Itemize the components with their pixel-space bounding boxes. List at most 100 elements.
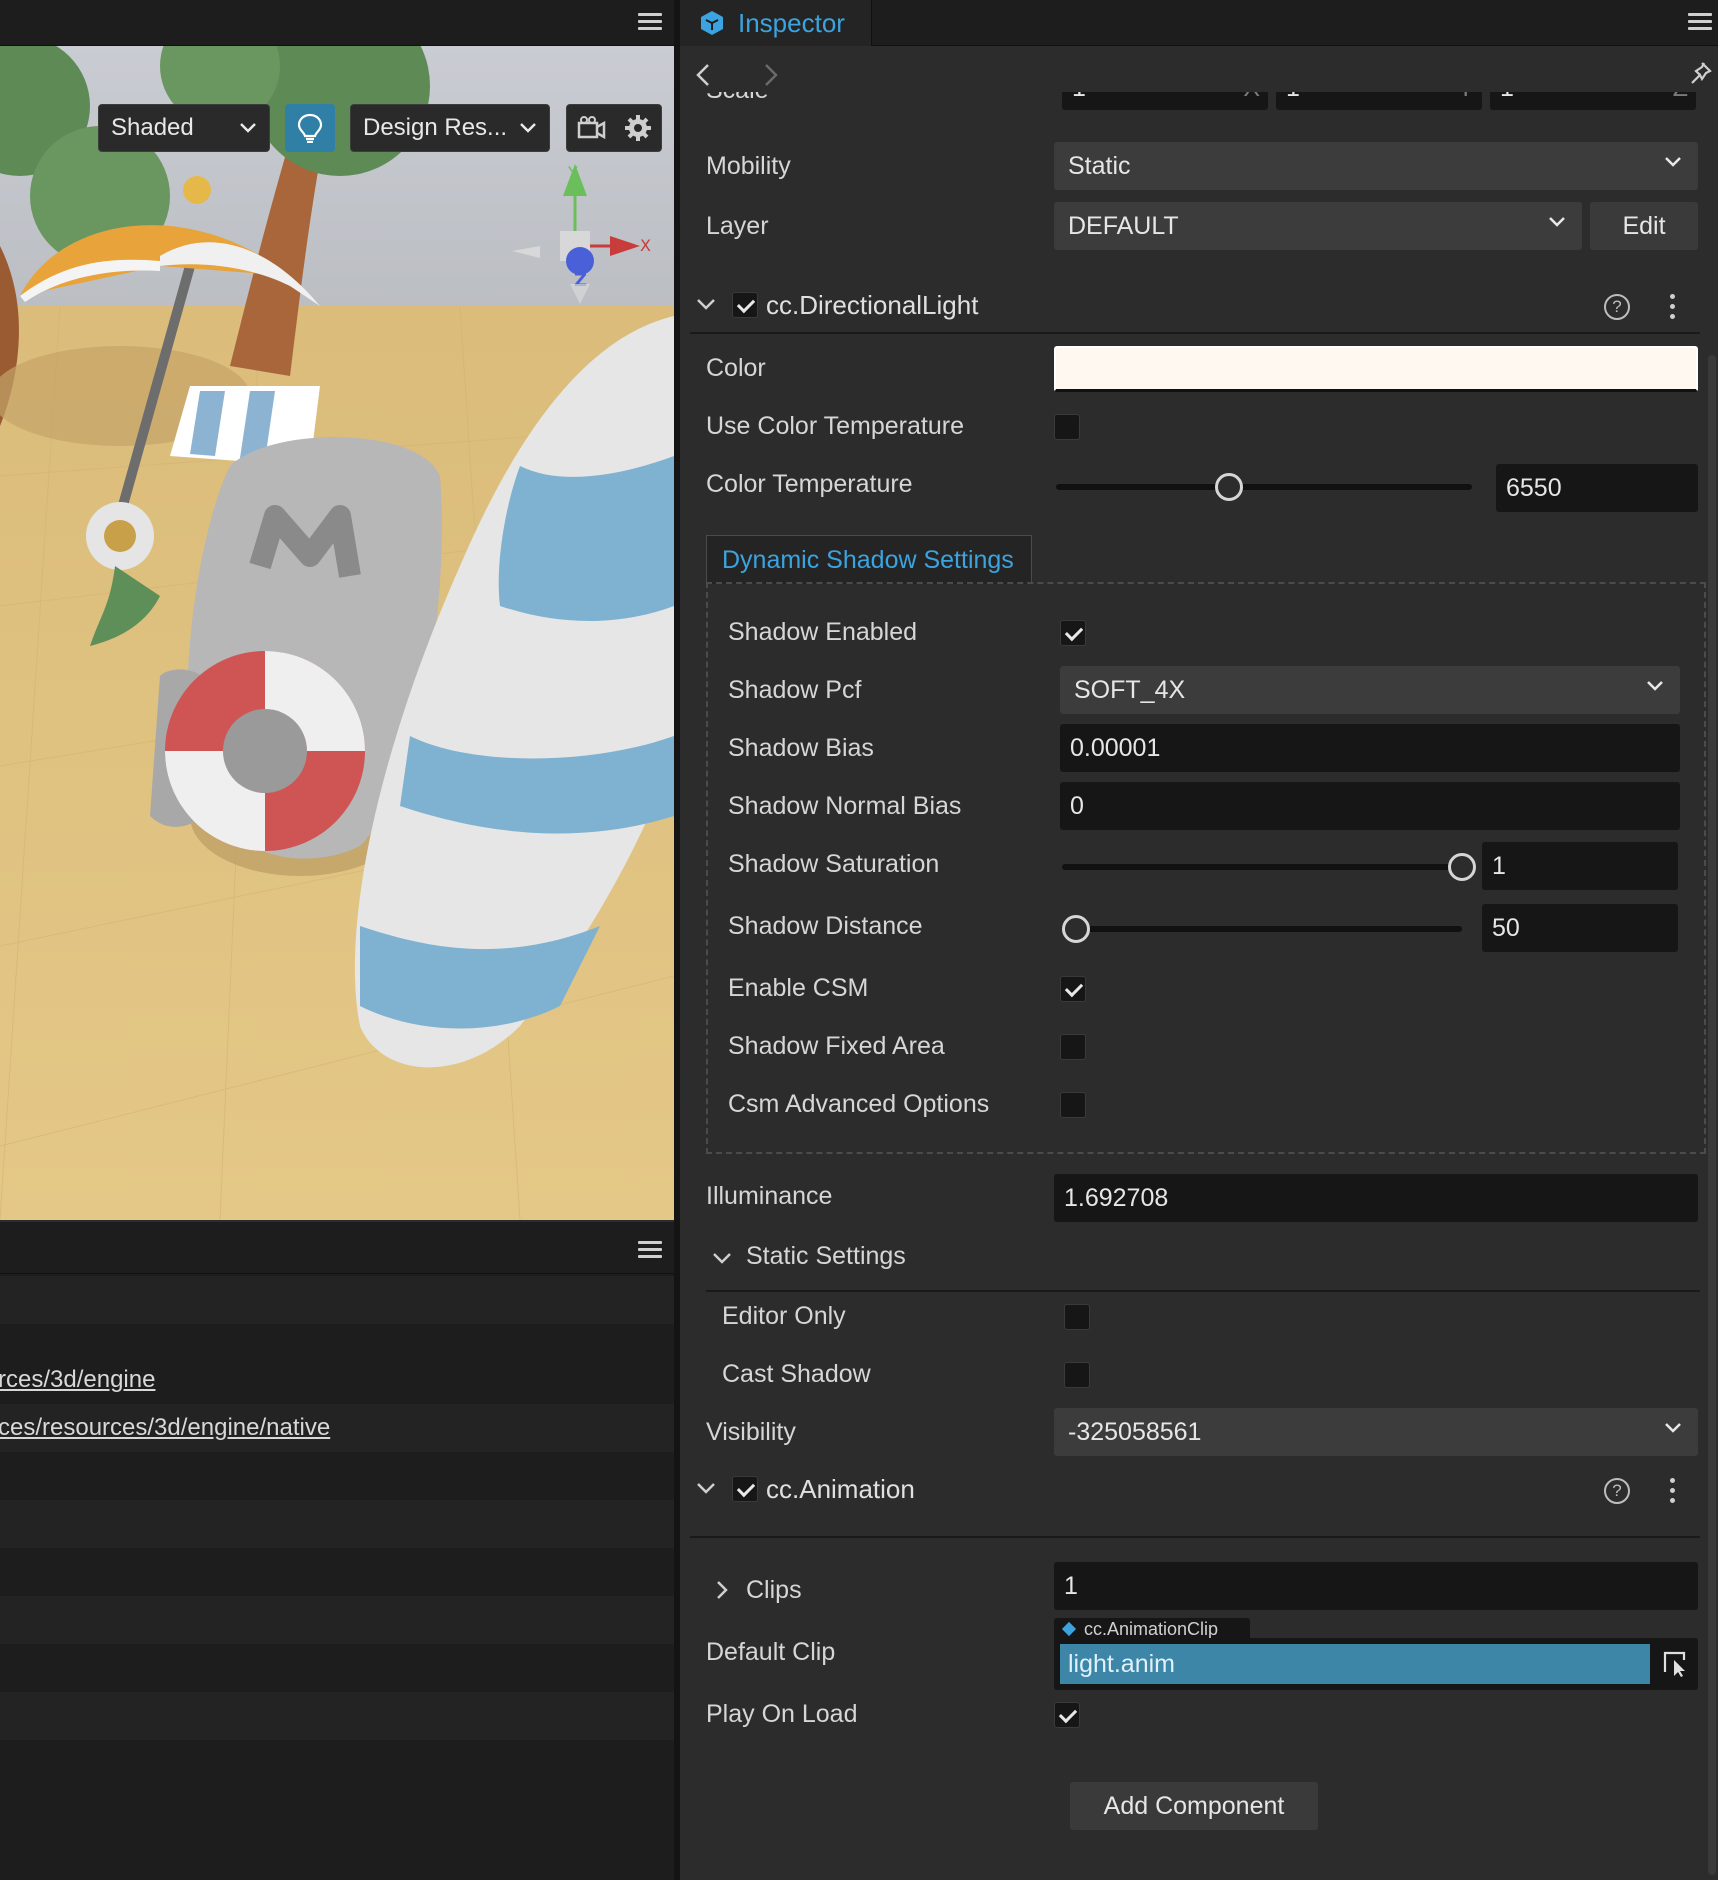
- shadow-distance-slider-track[interactable]: [1062, 926, 1462, 932]
- scale-y-field[interactable]: 1 Y: [1276, 92, 1482, 110]
- inspector-body: Scale 1 X 1 Y 1 Z Mobility Static Layer …: [680, 92, 1710, 1880]
- collapse-chevron-icon[interactable]: [712, 1252, 732, 1266]
- scale-z-field[interactable]: 1 Z: [1490, 92, 1696, 110]
- add-component-button[interactable]: Add Component: [1070, 1782, 1318, 1830]
- color-temperature-field[interactable]: 6550: [1496, 464, 1698, 512]
- chevron-down-icon: [1549, 217, 1565, 227]
- inspector-menu-icon[interactable]: [1688, 12, 1712, 32]
- help-icon[interactable]: ?: [1604, 294, 1630, 320]
- shadow-pcf-label: Shadow Pcf: [728, 676, 862, 704]
- collapse-chevron-icon[interactable]: [696, 1482, 716, 1496]
- axis-y-label: Y: [1457, 92, 1474, 103]
- more-options-icon[interactable]: [1670, 1478, 1676, 1504]
- asset-type-badge: cc.AnimationClip: [1054, 1618, 1250, 1640]
- inspector-panel: Inspector Scale 1 X 1 Y 1 Z Mobility Sta…: [680, 0, 1718, 1880]
- default-clip-label: Default Clip: [706, 1638, 836, 1666]
- chevron-down-icon: [1665, 1423, 1681, 1433]
- shadow-saturation-slider-knob[interactable]: [1448, 853, 1476, 881]
- shadow-bias-field[interactable]: 0.00001: [1060, 724, 1680, 772]
- shadow-saturation-field[interactable]: 1: [1482, 842, 1678, 890]
- log-row: [0, 1644, 674, 1692]
- shading-mode-select[interactable]: Shaded: [98, 104, 270, 152]
- layer-label: Layer: [706, 212, 769, 240]
- camera-tools: [566, 104, 662, 152]
- visibility-label: Visibility: [706, 1418, 796, 1446]
- scale-y-value: 1: [1286, 92, 1300, 103]
- inspector-scrollbar[interactable]: [1708, 355, 1716, 1875]
- back-arrow-icon[interactable]: [694, 63, 712, 87]
- log-path-link[interactable]: rces/3d/engine: [0, 1366, 155, 1394]
- scene-render: Y X Z: [0, 46, 674, 1220]
- component-divider: [690, 1536, 1700, 1538]
- axis-z-label: Z: [1673, 92, 1688, 103]
- default-clip-asset-field[interactable]: light.anim: [1054, 1638, 1698, 1690]
- csm-advanced-options-label: Csm Advanced Options: [728, 1090, 990, 1118]
- shadow-distance-label: Shadow Distance: [728, 912, 923, 940]
- scene-lighting-toggle[interactable]: [285, 104, 335, 152]
- shadow-pcf-select[interactable]: SOFT_4X: [1060, 666, 1680, 714]
- forward-arrow-icon[interactable]: [762, 63, 780, 87]
- resolution-select[interactable]: Design Res...: [350, 104, 550, 152]
- color-swatch[interactable]: [1054, 346, 1698, 392]
- directional-light-title: cc.DirectionalLight: [766, 290, 979, 320]
- enable-csm-checkbox[interactable]: [1060, 976, 1086, 1002]
- log-path-link[interactable]: ces/resources/3d/engine/native: [0, 1414, 330, 1442]
- shadow-fixed-area-checkbox[interactable]: [1060, 1034, 1086, 1060]
- default-clip-value[interactable]: light.anim: [1060, 1644, 1650, 1684]
- shadow-distance-field[interactable]: 50: [1482, 904, 1678, 952]
- shadow-enabled-checkbox[interactable]: [1060, 620, 1086, 646]
- shadow-saturation-slider-track[interactable]: [1062, 864, 1462, 870]
- asset-diamond-icon: [1061, 1621, 1077, 1637]
- help-icon[interactable]: ?: [1604, 1478, 1630, 1504]
- directional-light-enabled-checkbox[interactable]: [732, 292, 758, 318]
- shadow-settings-box: Shadow Enabled Shadow Pcf SOFT_4X Shadow…: [706, 582, 1706, 1154]
- visibility-select[interactable]: -325058561: [1054, 1408, 1698, 1456]
- editor-only-checkbox[interactable]: [1064, 1304, 1090, 1330]
- illuminance-field[interactable]: 1.692708: [1054, 1174, 1698, 1222]
- clips-label: Clips: [746, 1576, 802, 1604]
- animation-enabled-checkbox[interactable]: [732, 1476, 758, 1502]
- mobility-select[interactable]: Static: [1054, 142, 1698, 190]
- asset-picker-icon[interactable]: [1662, 1650, 1688, 1678]
- inspector-tabbar: Inspector: [680, 0, 1718, 46]
- shadow-enabled-label: Shadow Enabled: [728, 618, 918, 646]
- more-options-icon[interactable]: [1670, 294, 1676, 320]
- svg-text:X: X: [640, 236, 651, 255]
- log-menu-icon[interactable]: [638, 1240, 662, 1260]
- shadow-fixed-area-label: Shadow Fixed Area: [728, 1032, 945, 1060]
- clips-count-field[interactable]: 1: [1054, 1562, 1698, 1610]
- play-on-load-checkbox[interactable]: [1054, 1702, 1080, 1728]
- shadow-normal-bias-field[interactable]: 0: [1060, 782, 1680, 830]
- tab-inspector[interactable]: Inspector: [680, 0, 872, 46]
- collapse-chevron-icon[interactable]: [696, 298, 716, 312]
- scale-x-field[interactable]: 1 X: [1062, 92, 1268, 110]
- layer-select[interactable]: DEFAULT: [1054, 202, 1582, 250]
- component-divider: [690, 332, 1700, 334]
- log-row: [0, 1548, 674, 1596]
- gear-icon[interactable]: [624, 114, 652, 142]
- log-row[interactable]: rces/3d/engine: [0, 1356, 674, 1404]
- chevron-down-icon: [240, 123, 256, 133]
- lightbulb-icon: [297, 113, 323, 143]
- color-temperature-slider-knob[interactable]: [1215, 473, 1244, 501]
- asset-type-label: cc.AnimationClip: [1084, 1618, 1219, 1639]
- tab-dynamic-shadow-settings[interactable]: Dynamic Shadow Settings: [706, 535, 1032, 584]
- layer-edit-button[interactable]: Edit: [1590, 202, 1698, 250]
- enable-csm-label: Enable CSM: [728, 974, 869, 1002]
- shadow-normal-bias-label: Shadow Normal Bias: [728, 792, 962, 820]
- shadow-distance-slider-knob[interactable]: [1062, 915, 1090, 943]
- use-color-temperature-checkbox[interactable]: [1054, 414, 1080, 440]
- csm-advanced-options-checkbox[interactable]: [1060, 1092, 1086, 1118]
- log-row[interactable]: ces/resources/3d/engine/native: [0, 1404, 674, 1452]
- pin-icon[interactable]: [1688, 61, 1712, 87]
- color-temperature-slider-track[interactable]: [1056, 484, 1472, 490]
- expand-chevron-icon[interactable]: [716, 1580, 730, 1600]
- scene-menu-icon[interactable]: [638, 12, 662, 32]
- use-color-temperature-label: Use Color Temperature: [706, 412, 964, 440]
- camera-icon[interactable]: [576, 115, 606, 141]
- scene-viewport[interactable]: Y X Z Shaded Design Res...: [0, 46, 674, 1220]
- cast-shadow-checkbox[interactable]: [1064, 1362, 1090, 1388]
- color-temperature-label: Color Temperature: [706, 470, 913, 498]
- illuminance-label: Illuminance: [706, 1182, 833, 1210]
- shading-mode-value: Shaded: [111, 114, 194, 141]
